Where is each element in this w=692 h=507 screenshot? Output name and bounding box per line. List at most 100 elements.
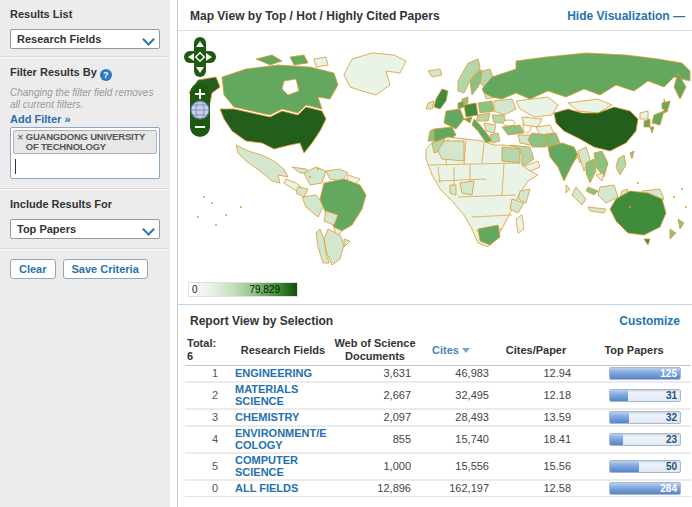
top-papers-bar: 23 (609, 433, 681, 446)
report-title: Report View by Selection (190, 314, 333, 328)
row-cites: 28,493 (417, 409, 495, 426)
results-list-label: Results List (10, 8, 160, 20)
add-filter-link[interactable]: Add Filter » (10, 113, 160, 125)
table-row: 1ENGINEERING3,63146,98312.94 125 (185, 366, 691, 383)
customize-link[interactable]: Customize (619, 314, 680, 328)
map-controls (184, 37, 218, 145)
row-cites: 162,197 (417, 480, 495, 497)
field-link[interactable]: ENVIRONMENT/ECOLOGY (235, 428, 332, 451)
world-map[interactable] (186, 47, 691, 287)
row-field: MATERIALS SCIENCE (233, 382, 333, 409)
field-link[interactable]: COMPUTER SCIENCE (235, 455, 332, 478)
row-rank: 5 (185, 453, 233, 480)
col-cites-per-paper: Cites/Paper (495, 335, 577, 366)
filter-section: Filter Results By? Changing the filter f… (0, 58, 170, 179)
help-icon[interactable]: ? (100, 69, 112, 81)
row-cites: 15,556 (417, 453, 495, 480)
col-cites-sort[interactable]: Cites (417, 335, 495, 366)
field-link[interactable]: CHEMISTRY (235, 412, 332, 424)
clear-button[interactable]: Clear (10, 259, 56, 279)
sidebar: Results List Research Fields Filter Resu… (0, 0, 170, 507)
row-cites-per-paper: 12.58 (495, 480, 577, 497)
include-results-dropdown[interactable]: Top Papers (10, 219, 160, 239)
sidebar-buttons: Clear Save Criteria (0, 250, 170, 288)
field-link[interactable]: MATERIALS SCIENCE (235, 384, 332, 407)
top-papers-bar: 284 (609, 482, 681, 495)
top-papers-bar: 31 (609, 389, 681, 402)
include-results-label: Include Results For (10, 198, 160, 210)
include-results-value: Top Papers (11, 220, 159, 238)
field-link[interactable]: ENGINEERING (235, 368, 332, 380)
map-title: Map View by Top / Hot / Highly Cited Pap… (190, 9, 440, 23)
filter-input-box[interactable]: ✕ GUANGDONG UNIVERSITY OF TECHNOLOGY (10, 127, 160, 179)
remove-filter-icon[interactable]: ✕ (17, 133, 24, 152)
field-link[interactable]: ALL FIELDS (235, 483, 332, 495)
row-cites-per-paper: 18.41 (495, 426, 577, 453)
sort-desc-icon (462, 348, 470, 353)
hide-visualization-link[interactable]: Hide Visualization — (567, 9, 684, 23)
save-criteria-button[interactable]: Save Criteria (63, 259, 148, 279)
row-top-papers: 23 (577, 426, 691, 453)
map-view: 0 79,829 (178, 31, 692, 304)
chevron-down-icon (143, 225, 153, 233)
top-papers-bar: 125 (609, 367, 681, 380)
row-top-papers: 50 (577, 453, 691, 480)
row-docs: 855 (333, 426, 417, 453)
table-row: 3CHEMISTRY2,09728,49313.59 32 (185, 409, 691, 426)
col-wos-documents: Web of ScienceDocuments (333, 335, 417, 366)
row-field: ALL FIELDS (233, 480, 333, 497)
text-cursor (15, 159, 16, 174)
row-rank: 1 (185, 366, 233, 383)
row-top-papers: 284 (577, 480, 691, 497)
results-list-dropdown[interactable]: Research Fields (10, 29, 160, 49)
table-row: 0ALL FIELDS12,896162,19712.58284 (185, 480, 691, 497)
filter-chip[interactable]: ✕ GUANGDONG UNIVERSITY OF TECHNOLOGY (13, 130, 157, 154)
total-header: Total:6 (185, 335, 233, 366)
row-docs: 1,000 (333, 453, 417, 480)
row-field: ENGINEERING (233, 366, 333, 383)
legend-max: 79,829 (249, 284, 280, 295)
pan-control[interactable] (184, 37, 216, 77)
row-top-papers: 32 (577, 409, 691, 426)
legend-min: 0 (192, 284, 198, 295)
row-docs: 2,097 (333, 409, 417, 426)
row-cites-per-paper: 15.56 (495, 453, 577, 480)
minus-icon: — (673, 9, 684, 23)
row-docs: 12,896 (333, 480, 417, 497)
table-header-row: Total:6 Research Fields Web of ScienceDo… (185, 335, 691, 366)
row-cites-per-paper: 13.59 (495, 409, 577, 426)
map-legend: 0 79,829 (188, 282, 298, 297)
table-row: 5COMPUTER SCIENCE1,00015,55615.56 50 (185, 453, 691, 480)
row-docs: 3,631 (333, 366, 417, 383)
col-research-fields: Research Fields (233, 335, 333, 366)
filter-by-label: Filter Results By? (10, 66, 160, 81)
row-cites-per-paper: 12.18 (495, 382, 577, 409)
row-cites: 46,983 (417, 366, 495, 383)
table-row: 2MATERIALS SCIENCE2,66732,49512.18 31 (185, 382, 691, 409)
row-cites: 15,740 (417, 426, 495, 453)
row-rank: 4 (185, 426, 233, 453)
map-header: Map View by Top / Hot / Highly Cited Pap… (178, 0, 692, 31)
include-results-section: Include Results For Top Papers (0, 190, 170, 239)
row-field: CHEMISTRY (233, 409, 333, 426)
results-list-value: Research Fields (11, 30, 159, 48)
page: Results List Research Fields Filter Resu… (0, 0, 692, 507)
top-papers-bar: 50 (609, 460, 681, 473)
top-papers-bar: 32 (609, 411, 681, 424)
zoom-control[interactable] (190, 83, 210, 137)
row-docs: 2,667 (333, 382, 417, 409)
filter-note: Changing the filter field removes all cu… (10, 87, 160, 110)
table-row: 4ENVIRONMENT/ECOLOGY85515,74018.41 23 (185, 426, 691, 453)
row-top-papers: 125 (577, 366, 691, 383)
row-field: ENVIRONMENT/ECOLOGY (233, 426, 333, 453)
row-rank: 2 (185, 382, 233, 409)
row-cites: 32,495 (417, 382, 495, 409)
filter-chip-label: GUANGDONG UNIVERSITY OF TECHNOLOGY (26, 132, 154, 152)
col-top-papers: Top Papers (577, 335, 691, 366)
report-header: Report View by Selection Customize (178, 304, 692, 335)
row-top-papers: 31 (577, 382, 691, 409)
chevron-down-icon (143, 35, 153, 43)
results-list-section: Results List Research Fields (0, 0, 170, 49)
row-cites-per-paper: 12.94 (495, 366, 577, 383)
row-rank: 3 (185, 409, 233, 426)
